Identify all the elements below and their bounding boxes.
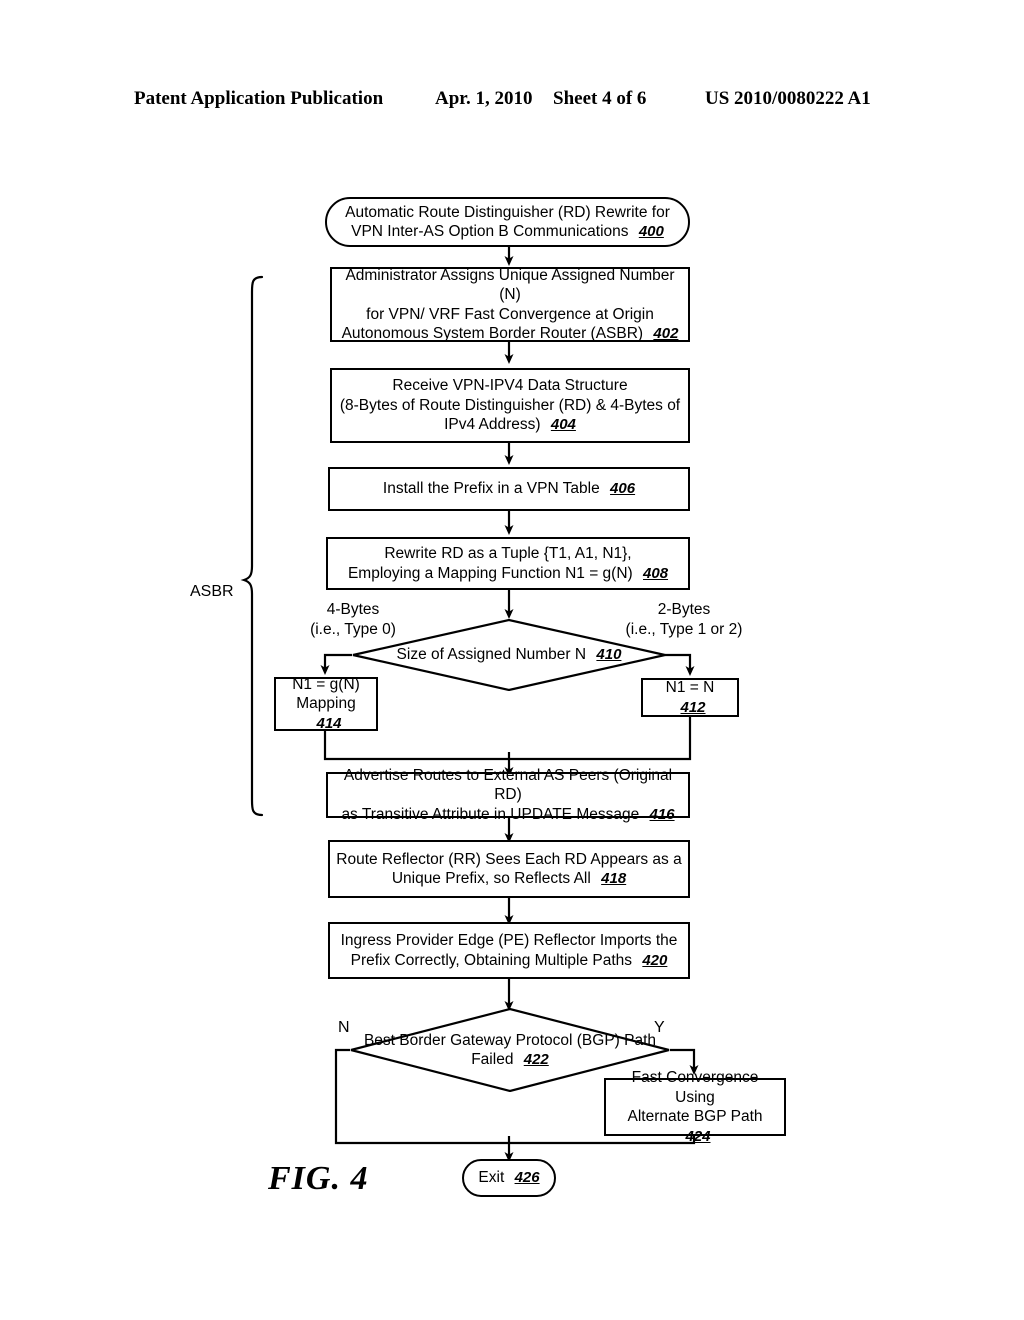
exit-ref: 426 bbox=[514, 1169, 540, 1187]
decision422-branch-no-label: N bbox=[338, 1019, 350, 1036]
start-line2: VPN Inter-AS Option B Communications bbox=[351, 223, 629, 240]
header-patent-number: US 2010/0080222 A1 bbox=[705, 88, 871, 109]
step416-line1: Advertise Routes to External AS Peers (O… bbox=[343, 766, 673, 804]
exit-line1: Exit bbox=[478, 1169, 505, 1187]
step424-line2: Alternate BGP Path bbox=[627, 1108, 763, 1125]
step404-line2: (8-Bytes of Route Distinguisher (RD) & 4… bbox=[339, 396, 681, 414]
step420-line1: Ingress Provider Edge (PE) Reflector Imp… bbox=[340, 932, 678, 949]
branch-left-line2: (i.e., Type 0) bbox=[310, 620, 396, 638]
flow-node-step-414: N1 = g(N) Mapping 414 bbox=[274, 675, 378, 733]
flow-node-step-420: Ingress Provider Edge (PE) Reflector Imp… bbox=[328, 922, 690, 979]
step420-line2-wrap: Prefix Correctly, Obtaining Multiple Pat… bbox=[341, 951, 678, 971]
step404-line1: Receive VPN-IPV4 Data Structure bbox=[392, 377, 628, 395]
decision410-branch-left-label: 4-Bytes (i.e., Type 0) bbox=[282, 600, 424, 639]
step424-line1: Fast Convergence Using bbox=[631, 1069, 759, 1106]
step424-line2-wrap: Alternate BGP Path 424 bbox=[612, 1107, 778, 1146]
step402-ref: 402 bbox=[653, 325, 679, 342]
figure-label: FIG. 4 bbox=[268, 1160, 369, 1197]
flow-node-step-404: Receive VPN-IPV4 Data Structure (8-Bytes… bbox=[330, 368, 690, 443]
step408-ref: 408 bbox=[643, 564, 669, 582]
step420-ref: 420 bbox=[642, 951, 668, 969]
start-line1: Automatic Route Distinguisher (RD) Rewri… bbox=[345, 203, 670, 221]
step424-ref: 424 bbox=[685, 1127, 711, 1145]
step418-line1: Route Reflector (RR) Sees Each RD Appear… bbox=[336, 850, 682, 868]
start-ref: 400 bbox=[638, 223, 664, 240]
step418-ref: 418 bbox=[601, 870, 627, 887]
step412-line1-wrap: N1 = N 412 bbox=[649, 678, 731, 717]
branch-right-line2: (i.e., Type 1 or 2) bbox=[625, 620, 743, 638]
step402-line1: Administrator Assigns Unique Assigned Nu… bbox=[345, 266, 675, 304]
asbr-group-label: ASBR bbox=[190, 583, 234, 600]
step408-line1: Rewrite RD as a Tuple {T1, A1, N1}, bbox=[384, 545, 632, 562]
flow-node-step-424: Fast Convergence Using Alternate BGP Pat… bbox=[604, 1069, 786, 1145]
step402-line2: for VPN/ VRF Fast Convergence at Origin bbox=[366, 305, 654, 323]
step408-line2: Employing a Mapping Function N1 = g(N) bbox=[347, 564, 633, 582]
flow-node-start-400: Automatic Route Distinguisher (RD) Rewri… bbox=[325, 197, 690, 247]
decision410-branch-right-label: 2-Bytes (i.e., Type 1 or 2) bbox=[595, 600, 773, 639]
step414-line2: Mapping bbox=[296, 695, 356, 713]
flow-node-step-418: Route Reflector (RR) Sees Each RD Appear… bbox=[328, 840, 690, 898]
step406-ref: 406 bbox=[610, 480, 636, 498]
header-publication-date: Apr. 1, 2010 bbox=[435, 88, 533, 109]
exit-line1-wrap: Exit 426 bbox=[478, 1168, 539, 1188]
step408-line2-wrap: Employing a Mapping Function N1 = g(N) 4… bbox=[348, 564, 668, 584]
step412-line1: N1 = N bbox=[665, 679, 715, 696]
step414-ref: 414 bbox=[316, 714, 342, 732]
step414-line1: N1 = g(N) bbox=[292, 675, 360, 693]
flow-node-step-408: Rewrite RD as a Tuple {T1, A1, N1}, Empl… bbox=[326, 537, 690, 590]
flow-node-step-416: Advertise Routes to External AS Peers (O… bbox=[326, 767, 690, 823]
step412-ref: 412 bbox=[680, 698, 706, 716]
step416-line2: as Transitive Attribute in UPDATE Messag… bbox=[341, 805, 640, 823]
branch-right-line1: 2-Bytes bbox=[657, 601, 711, 618]
step416-ref: 416 bbox=[649, 805, 675, 823]
step406-line1-wrap: Install the Prefix in a VPN Table 406 bbox=[383, 479, 635, 499]
header-sheet-number: Sheet 4 of 6 bbox=[553, 88, 647, 109]
flow-node-step-406: Install the Prefix in a VPN Table 406 bbox=[328, 467, 690, 511]
step414-line2-wrap: Mapping 414 bbox=[282, 694, 370, 733]
flow-node-step-412: N1 = N 412 bbox=[641, 678, 739, 717]
flow-node-exit-426: Exit 426 bbox=[462, 1159, 556, 1197]
step418-line2-wrap: Unique Prefix, so Reflects All 418 bbox=[336, 869, 681, 889]
decision422-branch-yes-label: Y bbox=[654, 1019, 665, 1036]
step418-line2: Unique Prefix, so Reflects All bbox=[391, 870, 591, 887]
step406-line1: Install the Prefix in a VPN Table bbox=[382, 480, 600, 498]
step402-line3: Autonomous System Border Router (ASBR) bbox=[341, 325, 644, 342]
header-publication-title: Patent Application Publication bbox=[134, 88, 384, 109]
step404-line3: IPv4 Address) bbox=[444, 416, 541, 434]
step416-line2-wrap: as Transitive Attribute in UPDATE Messag… bbox=[334, 805, 682, 825]
asbr-group-brace bbox=[240, 275, 264, 817]
step404-ref: 404 bbox=[550, 416, 576, 434]
step404-line3-wrap: IPv4 Address) 404 bbox=[340, 415, 680, 435]
start-line2-wrap: VPN Inter-AS Option B Communications 400 bbox=[345, 222, 670, 242]
step420-line2: Prefix Correctly, Obtaining Multiple Pat… bbox=[350, 951, 633, 969]
flow-node-step-402: Administrator Assigns Unique Assigned Nu… bbox=[330, 267, 690, 342]
branch-left-line1: 4-Bytes bbox=[326, 601, 380, 618]
step402-line3-wrap: Autonomous System Border Router (ASBR) 4… bbox=[338, 324, 682, 344]
patent-figure-page: Patent Application Publication Apr. 1, 2… bbox=[0, 0, 1024, 1320]
